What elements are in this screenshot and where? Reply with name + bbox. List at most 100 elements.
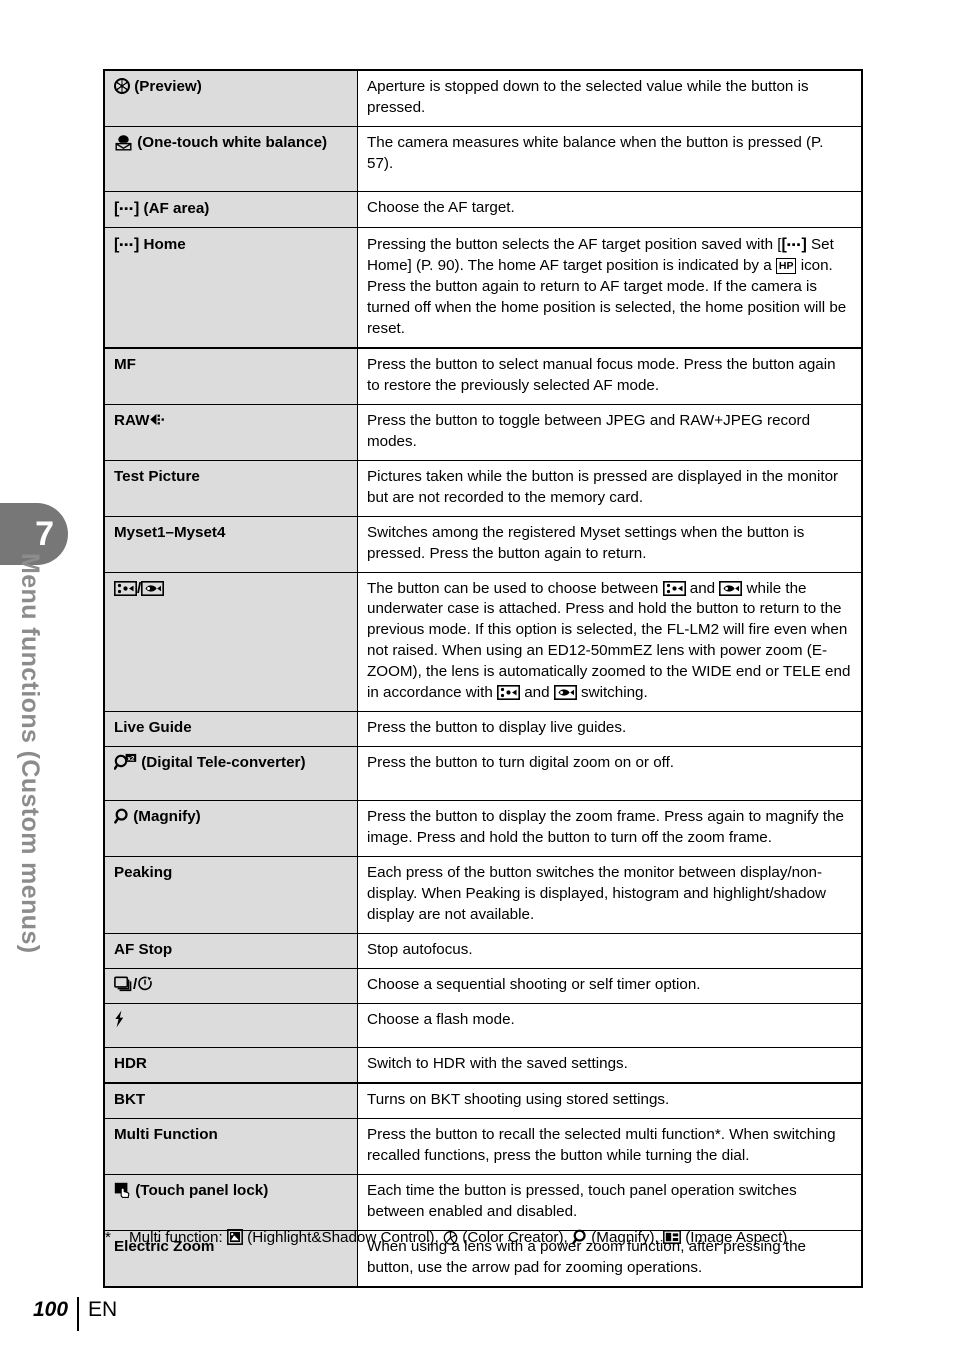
self-timer-icon	[138, 976, 153, 991]
row-label-text: (One-touch white balance)	[137, 133, 328, 151]
row-label-underwater: /	[103, 571, 358, 713]
table-row: Live Guide Press the button to display l…	[103, 711, 863, 748]
underwater-macro-icon	[553, 685, 577, 701]
uw-desc-d: and	[520, 684, 554, 702]
underwater-macro-icon	[719, 580, 743, 596]
table-row: Myset1–Myset4 Switches among the registe…	[103, 515, 863, 573]
table-row: Test Picture Pictures taken while the bu…	[103, 459, 863, 517]
row-label-af-stop: AF Stop	[103, 933, 358, 970]
row-label-bkt: BKT	[103, 1081, 358, 1119]
row-description-touch-panel-lock: Each time the button is pressed, touch p…	[357, 1173, 863, 1231]
image-aspect-icon	[663, 1230, 681, 1244]
table-row: / Choose a sequential shooting or self t…	[103, 968, 863, 1005]
row-description-raw: Press the button to toggle between JPEG …	[357, 403, 863, 461]
highlight-shadow-control-icon	[226, 1229, 243, 1245]
row-description-drive-selftimer: Choose a sequential shooting or self tim…	[357, 968, 863, 1005]
af-target-bracket-icon: [▪▪▪]	[114, 199, 140, 217]
table-row: MF Press the button to select manual foc…	[103, 346, 863, 405]
af-target-bracket-icon: [▪▪▪]	[114, 235, 140, 253]
page-footer: 100 EN	[33, 1297, 117, 1331]
chapter-number: 7	[35, 515, 54, 553]
table-row: (Magnify) Press the button to display th…	[103, 800, 863, 858]
table-row: HDR Switch to HDR with the saved setting…	[103, 1046, 863, 1084]
sequential-shooting-icon	[114, 976, 132, 992]
row-label-peaking: Peaking	[103, 856, 358, 935]
row-label-text: (Digital Tele-converter)	[141, 754, 306, 772]
row-label-text: (Preview)	[134, 78, 202, 95]
table-row: AF Stop Stop autofocus.	[103, 933, 863, 970]
row-description-af-area: Choose the AF target.	[357, 190, 863, 228]
uw-desc-a: The button can be used to choose between	[367, 579, 663, 597]
row-label-digital-tele-converter: x2 (Digital Tele-converter)	[103, 746, 358, 802]
footnote-item-1-label: (Color Creator),	[462, 1229, 568, 1246]
row-label-mf: MF	[103, 346, 358, 405]
row-description-home: Pressing the button selects the AF targe…	[357, 226, 863, 349]
row-label-touch-panel-lock: (Touch panel lock)	[103, 1173, 358, 1231]
table-row: (One-touch white balance) The camera mea…	[103, 125, 863, 192]
row-label-text: (AF area)	[143, 199, 210, 217]
row-label-live-guide: Live Guide	[103, 711, 358, 748]
table-row: Choose a flash mode.	[103, 1003, 863, 1048]
underwater-macro-icon	[141, 580, 165, 596]
row-label-test-picture: Test Picture	[103, 459, 358, 517]
table-row: [▪▪▪] Home Pressing the button selects t…	[103, 226, 863, 349]
row-label-preview: (Preview)	[103, 68, 358, 127]
table-row: BKT Turns on BKT shooting using stored s…	[103, 1081, 863, 1119]
table-row: [▪▪▪] (AF area) Choose the AF target.	[103, 190, 863, 228]
row-description-one-touch-white-balance: The camera measures white balance when t…	[357, 125, 863, 192]
underwater-wide-icon	[662, 580, 686, 596]
row-description-peaking: Each press of the button switches the mo…	[357, 856, 863, 935]
row-description-test-picture: Pictures taken while the button is press…	[357, 459, 863, 517]
table-row: x2 (Digital Tele-converter) Press the bu…	[103, 746, 863, 802]
row-label-drive-selftimer: /	[103, 968, 358, 1005]
touch-panel-lock-icon	[114, 1182, 130, 1198]
digital-teleconverter-icon: x2	[114, 754, 137, 771]
row-label-myset: Myset1–Myset4	[103, 515, 358, 573]
underwater-wide-icon	[497, 685, 521, 701]
row-label-multi-function: Multi Function	[103, 1117, 358, 1175]
one-touch-white-balance-icon	[115, 135, 132, 151]
row-label-magnify: (Magnify)	[103, 800, 358, 858]
footnote-marker: *	[105, 1229, 111, 1246]
home-desc-part1: Pressing the button selects the AF targe…	[367, 235, 782, 253]
row-description-hdr: Switch to HDR with the saved settings.	[357, 1046, 863, 1084]
row-description-mf: Press the button to select manual focus …	[357, 346, 863, 405]
footnote: * Multi function: (Highlight&Shadow Cont…	[105, 1227, 875, 1249]
aperture-preview-icon	[114, 78, 130, 94]
language-code: EN	[88, 1298, 118, 1321]
flash-icon	[115, 1010, 124, 1028]
footer-divider	[77, 1297, 80, 1331]
table-row: Multi Function Press the button to recal…	[103, 1117, 863, 1175]
row-label-hdr: HDR	[103, 1046, 358, 1084]
raw-quality-icon	[150, 413, 165, 425]
footnote-item-3-label: (Image Aspect)	[685, 1229, 788, 1246]
row-label-af-area: [▪▪▪] (AF area)	[103, 190, 358, 228]
row-label-one-touch-white-balance: (One-touch white balance)	[103, 125, 358, 192]
row-description-bkt: Turns on BKT shooting using stored setti…	[357, 1081, 863, 1119]
row-label-raw: RAW	[103, 403, 358, 461]
uw-desc-e: switching.	[576, 684, 648, 702]
footnote-item-2-label: (Magnify),	[591, 1229, 659, 1246]
footnote-item-0-label: (Highlight&Shadow Control),	[247, 1229, 439, 1246]
chapter-title-vertical: Menu functions (Custom menus)	[16, 553, 44, 954]
row-description-preview: Aperture is stopped down to the selected…	[357, 68, 863, 127]
button-functions-table: (Preview) Aperture is stopped down to th…	[103, 68, 863, 1288]
row-description-multi-function: Press the button to recall the selected …	[357, 1117, 863, 1175]
row-label-flash	[103, 1003, 358, 1048]
color-creator-icon	[443, 1231, 458, 1245]
row-description-flash: Choose a flash mode.	[357, 1003, 863, 1048]
table-row: (Preview) Aperture is stopped down to th…	[103, 68, 863, 127]
row-label-text: (Touch panel lock)	[135, 1181, 269, 1199]
row-description-myset: Switches among the registered Myset sett…	[357, 515, 863, 573]
underwater-wide-icon	[114, 580, 137, 596]
page-number: 100	[33, 1298, 69, 1321]
magnify-icon	[572, 1229, 586, 1245]
row-description-digital-tele-converter: Press the button to turn digital zoom on…	[357, 746, 863, 802]
row-label-text: RAW	[114, 411, 150, 429]
row-description-af-stop: Stop autofocus.	[357, 933, 863, 970]
af-target-bracket-icon: [▪▪▪]	[781, 235, 807, 253]
home-position-icon: HP	[775, 258, 797, 274]
footnote-lead: Multi function:	[129, 1229, 223, 1246]
table-row: Peaking Each press of the button switche…	[103, 856, 863, 935]
row-description-underwater: The button can be used to choose between…	[357, 571, 863, 713]
